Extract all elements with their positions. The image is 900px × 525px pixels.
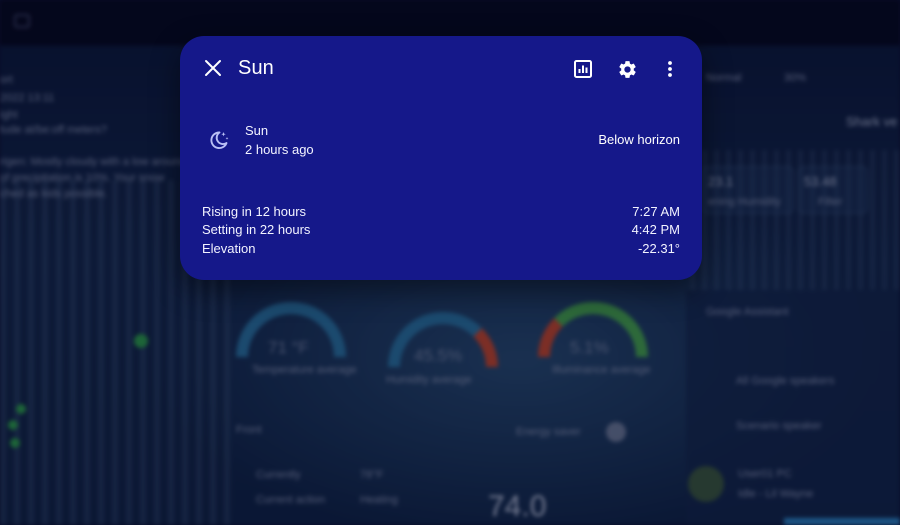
attribute-row-rising: Rising in 12 hours 7:27 AM [202, 204, 680, 222]
close-icon [205, 60, 221, 76]
chart-icon [574, 60, 592, 78]
attribute-label: Elevation [202, 241, 256, 256]
entity-state-value: Below horizon [598, 132, 680, 147]
history-button[interactable] [569, 55, 597, 83]
attribute-value: -22.31° [637, 241, 680, 256]
attribute-row-elevation: Elevation -22.31° [202, 241, 680, 259]
attribute-row-setting: Setting in 22 hours 4:42 PM [202, 222, 680, 240]
settings-button[interactable] [613, 55, 641, 83]
attribute-label: Setting in 22 hours [202, 222, 311, 237]
last-changed-time[interactable]: 2 hours ago [245, 142, 314, 157]
gear-icon [618, 60, 636, 78]
entity-name: Sun [245, 123, 269, 138]
moon-star-icon [210, 131, 229, 150]
more-options-button[interactable] [656, 55, 684, 83]
more-vertical-icon [668, 61, 672, 77]
attribute-value: 7:27 AM [632, 204, 680, 219]
close-button[interactable] [199, 54, 227, 82]
more-info-dialog: Sun Sun 2 hours ago Below horizon Rising… [180, 36, 702, 280]
dialog-title: Sun [238, 57, 274, 79]
attribute-label: Rising in 12 hours [202, 204, 307, 219]
entity-state-row: Sun 2 hours ago Below horizon [180, 120, 702, 160]
attribute-value: 4:42 PM [631, 222, 680, 237]
